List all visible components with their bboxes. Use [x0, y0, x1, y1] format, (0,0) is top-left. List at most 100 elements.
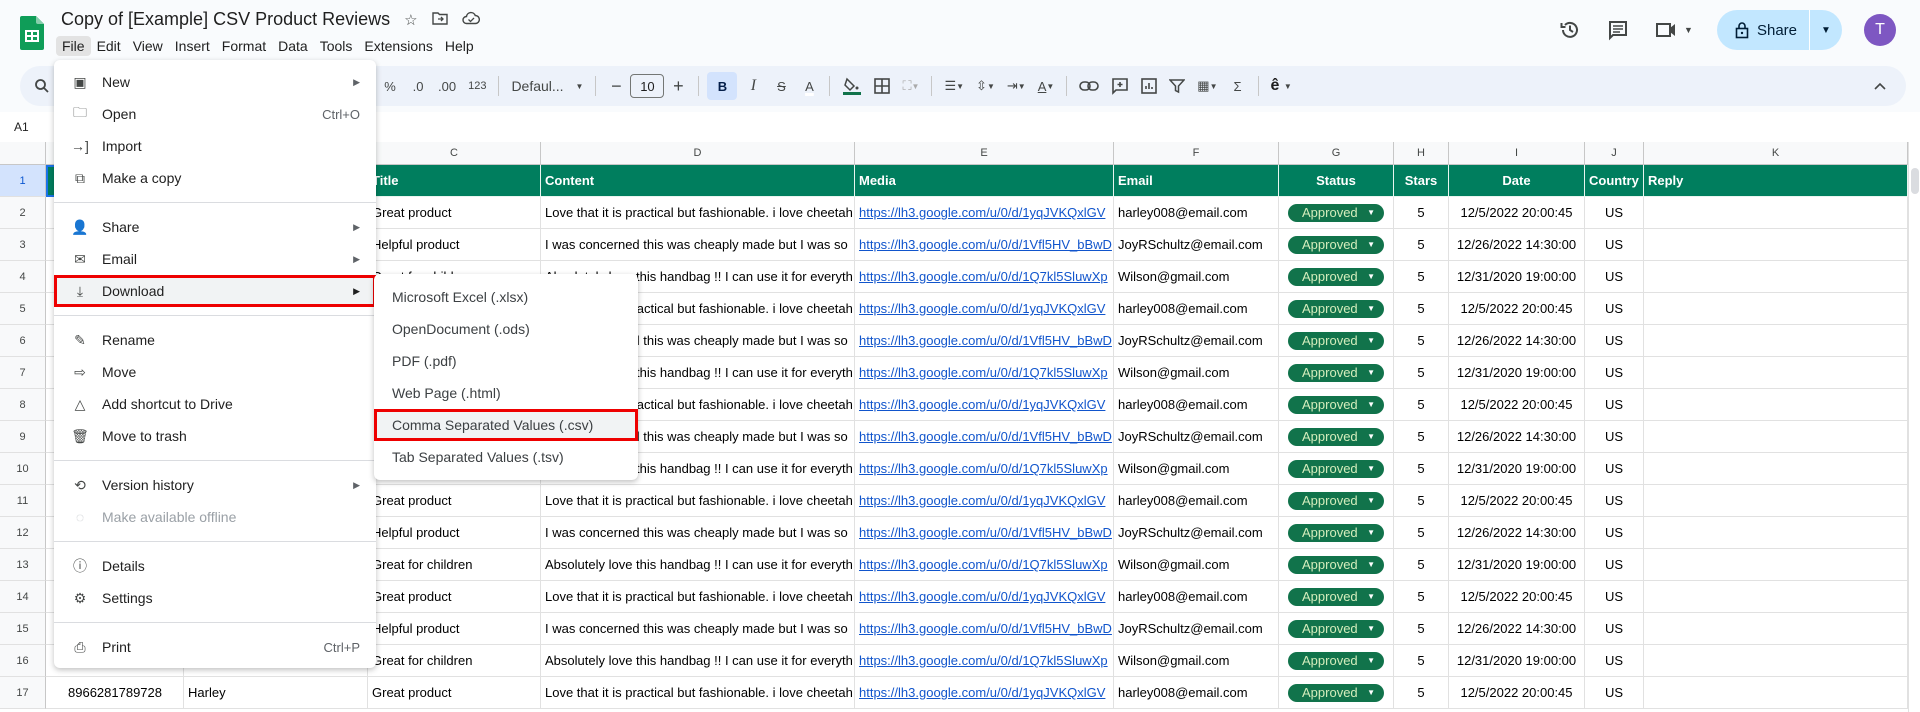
row-header[interactable]: 9	[0, 421, 46, 453]
meet-video-icon[interactable]: ▼	[1653, 17, 1695, 43]
stars-cell[interactable]: 5	[1394, 357, 1449, 389]
reply-cell[interactable]	[1644, 261, 1908, 293]
menu-item-move[interactable]: ⇨ Move	[54, 356, 376, 388]
sheets-logo-icon[interactable]	[20, 16, 44, 50]
country-cell[interactable]: US	[1585, 421, 1644, 453]
status-chip[interactable]: Approved ▼	[1288, 203, 1384, 222]
menu-item-share[interactable]: 👤 Share ▶	[54, 211, 376, 243]
row-header[interactable]: 1	[0, 165, 46, 197]
header-cell[interactable]: Title	[368, 165, 541, 197]
date-cell[interactable]: 12/5/2022 20:00:45	[1449, 677, 1585, 709]
row-header[interactable]: 16	[0, 645, 46, 677]
header-cell[interactable]: Reply	[1644, 165, 1908, 197]
media-link[interactable]: https://lh3.google.com/u/0/d/1Vfl5HV_bBw…	[859, 333, 1112, 348]
scrollbar-thumb[interactable]	[1911, 168, 1919, 194]
status-cell[interactable]: Approved ▼	[1279, 229, 1394, 261]
row-header[interactable]: 8	[0, 389, 46, 421]
country-cell[interactable]: US	[1585, 549, 1644, 581]
status-chip[interactable]: Approved ▼	[1288, 235, 1384, 254]
document-title[interactable]: Copy of [Example] CSV Product Reviews	[61, 9, 390, 30]
title-cell[interactable]: Great product	[368, 197, 541, 229]
status-cell[interactable]: Approved ▼	[1279, 261, 1394, 293]
reply-cell[interactable]	[1644, 549, 1908, 581]
media-link[interactable]: https://lh3.google.com/u/0/d/1yqJVKQxlGV	[859, 493, 1105, 508]
media-link[interactable]: https://lh3.google.com/u/0/d/1Q7kl5SluwX…	[859, 269, 1108, 284]
download-option[interactable]: OpenDocument (.ods)	[374, 313, 638, 345]
more-formats-button[interactable]: 123	[464, 72, 490, 100]
status-cell[interactable]: Approved ▼	[1279, 581, 1394, 613]
media-cell[interactable]: https://lh3.google.com/u/0/d/1yqJVKQxlGV	[855, 293, 1114, 325]
merge-cells-icon[interactable]: ⛶ ▼	[898, 72, 923, 100]
status-chip[interactable]: Approved ▼	[1288, 555, 1384, 574]
country-cell[interactable]: US	[1585, 581, 1644, 613]
stars-cell[interactable]: 5	[1394, 421, 1449, 453]
status-cell[interactable]: Approved ▼	[1279, 389, 1394, 421]
media-cell[interactable]: https://lh3.google.com/u/0/d/1Vfl5HV_bBw…	[855, 229, 1114, 261]
reply-cell[interactable]	[1644, 613, 1908, 645]
email-cell[interactable]: JoyRSchultz@email.com	[1114, 613, 1279, 645]
media-link[interactable]: https://lh3.google.com/u/0/d/1Q7kl5SluwX…	[859, 365, 1108, 380]
increase-font-size-button[interactable]: +	[666, 72, 690, 100]
menu-item-email[interactable]: ✉ Email ▶	[54, 243, 376, 275]
media-link[interactable]: https://lh3.google.com/u/0/d/1Vfl5HV_bBw…	[859, 429, 1112, 444]
vertical-align-icon[interactable]: ⇳ ▼	[972, 72, 999, 100]
menu-insert[interactable]: Insert	[169, 36, 216, 56]
menu-item-details[interactable]: ⓘ Details	[54, 550, 376, 582]
b-cell[interactable]: Harley	[184, 677, 368, 709]
header-cell[interactable]: Status	[1279, 165, 1394, 197]
strikethrough-button[interactable]: S	[769, 72, 793, 100]
date-cell[interactable]: 12/26/2022 14:30:00	[1449, 325, 1585, 357]
status-cell[interactable]: Approved ▼	[1279, 421, 1394, 453]
text-color-button[interactable]: A	[797, 72, 821, 100]
date-cell[interactable]: 12/31/2020 19:00:00	[1449, 261, 1585, 293]
reply-cell[interactable]	[1644, 389, 1908, 421]
stars-cell[interactable]: 5	[1394, 261, 1449, 293]
menu-item-new[interactable]: ▣ New ▶	[54, 66, 376, 98]
menu-item-download[interactable]: ⤓ Download ▶	[54, 275, 376, 307]
stars-cell[interactable]: 5	[1394, 485, 1449, 517]
content-cell[interactable]: Love that it is practical but fashionabl…	[541, 581, 855, 613]
date-cell[interactable]: 12/31/2020 19:00:00	[1449, 549, 1585, 581]
reply-cell[interactable]	[1644, 197, 1908, 229]
select-all-corner[interactable]	[0, 142, 46, 165]
email-cell[interactable]: Wilson@gmail.com	[1114, 645, 1279, 677]
date-cell[interactable]: 12/5/2022 20:00:45	[1449, 293, 1585, 325]
status-chip[interactable]: Approved ▼	[1288, 587, 1384, 606]
menu-item-make-a-copy[interactable]: ⧉ Make a copy	[54, 162, 376, 194]
country-cell[interactable]: US	[1585, 613, 1644, 645]
media-cell[interactable]: https://lh3.google.com/u/0/d/1Q7kl5SluwX…	[855, 357, 1114, 389]
row-header[interactable]: 10	[0, 453, 46, 485]
vertical-scrollbar[interactable]	[1908, 142, 1920, 712]
country-cell[interactable]: US	[1585, 485, 1644, 517]
status-chip[interactable]: Approved ▼	[1288, 395, 1384, 414]
country-cell[interactable]: US	[1585, 517, 1644, 549]
email-cell[interactable]: Wilson@gmail.com	[1114, 261, 1279, 293]
status-cell[interactable]: Approved ▼	[1279, 453, 1394, 485]
content-cell[interactable]: Love that it is practical but fashionabl…	[541, 677, 855, 709]
format-percent-button[interactable]: %	[378, 72, 402, 100]
stars-cell[interactable]: 5	[1394, 453, 1449, 485]
name-box[interactable]: A1	[14, 120, 29, 134]
filter-views-icon[interactable]: ▦ ▼	[1193, 72, 1221, 100]
country-cell[interactable]: US	[1585, 389, 1644, 421]
comments-icon[interactable]	[1605, 17, 1631, 43]
date-cell[interactable]: 12/5/2022 20:00:45	[1449, 485, 1585, 517]
header-cell[interactable]: Email	[1114, 165, 1279, 197]
decrease-decimal-button[interactable]: .0	[406, 72, 430, 100]
media-cell[interactable]: https://lh3.google.com/u/0/d/1Q7kl5SluwX…	[855, 549, 1114, 581]
menu-item-version-history[interactable]: ⟲ Version history ▶	[54, 469, 376, 501]
font-size-input[interactable]: 10	[630, 74, 665, 98]
country-cell[interactable]: US	[1585, 645, 1644, 677]
status-cell[interactable]: Approved ▼	[1279, 549, 1394, 581]
borders-icon[interactable]	[870, 72, 894, 100]
menu-format[interactable]: Format	[216, 36, 272, 56]
status-cell[interactable]: Approved ▼	[1279, 613, 1394, 645]
column-header-f[interactable]: F	[1114, 142, 1279, 165]
menu-item-rename[interactable]: ✎ Rename	[54, 324, 376, 356]
email-cell[interactable]: harley008@email.com	[1114, 485, 1279, 517]
stars-cell[interactable]: 5	[1394, 613, 1449, 645]
stars-cell[interactable]: 5	[1394, 389, 1449, 421]
row-header[interactable]: 17	[0, 677, 46, 709]
date-cell[interactable]: 12/5/2022 20:00:45	[1449, 389, 1585, 421]
content-cell[interactable]: I was concerned this was cheaply made bu…	[541, 613, 855, 645]
